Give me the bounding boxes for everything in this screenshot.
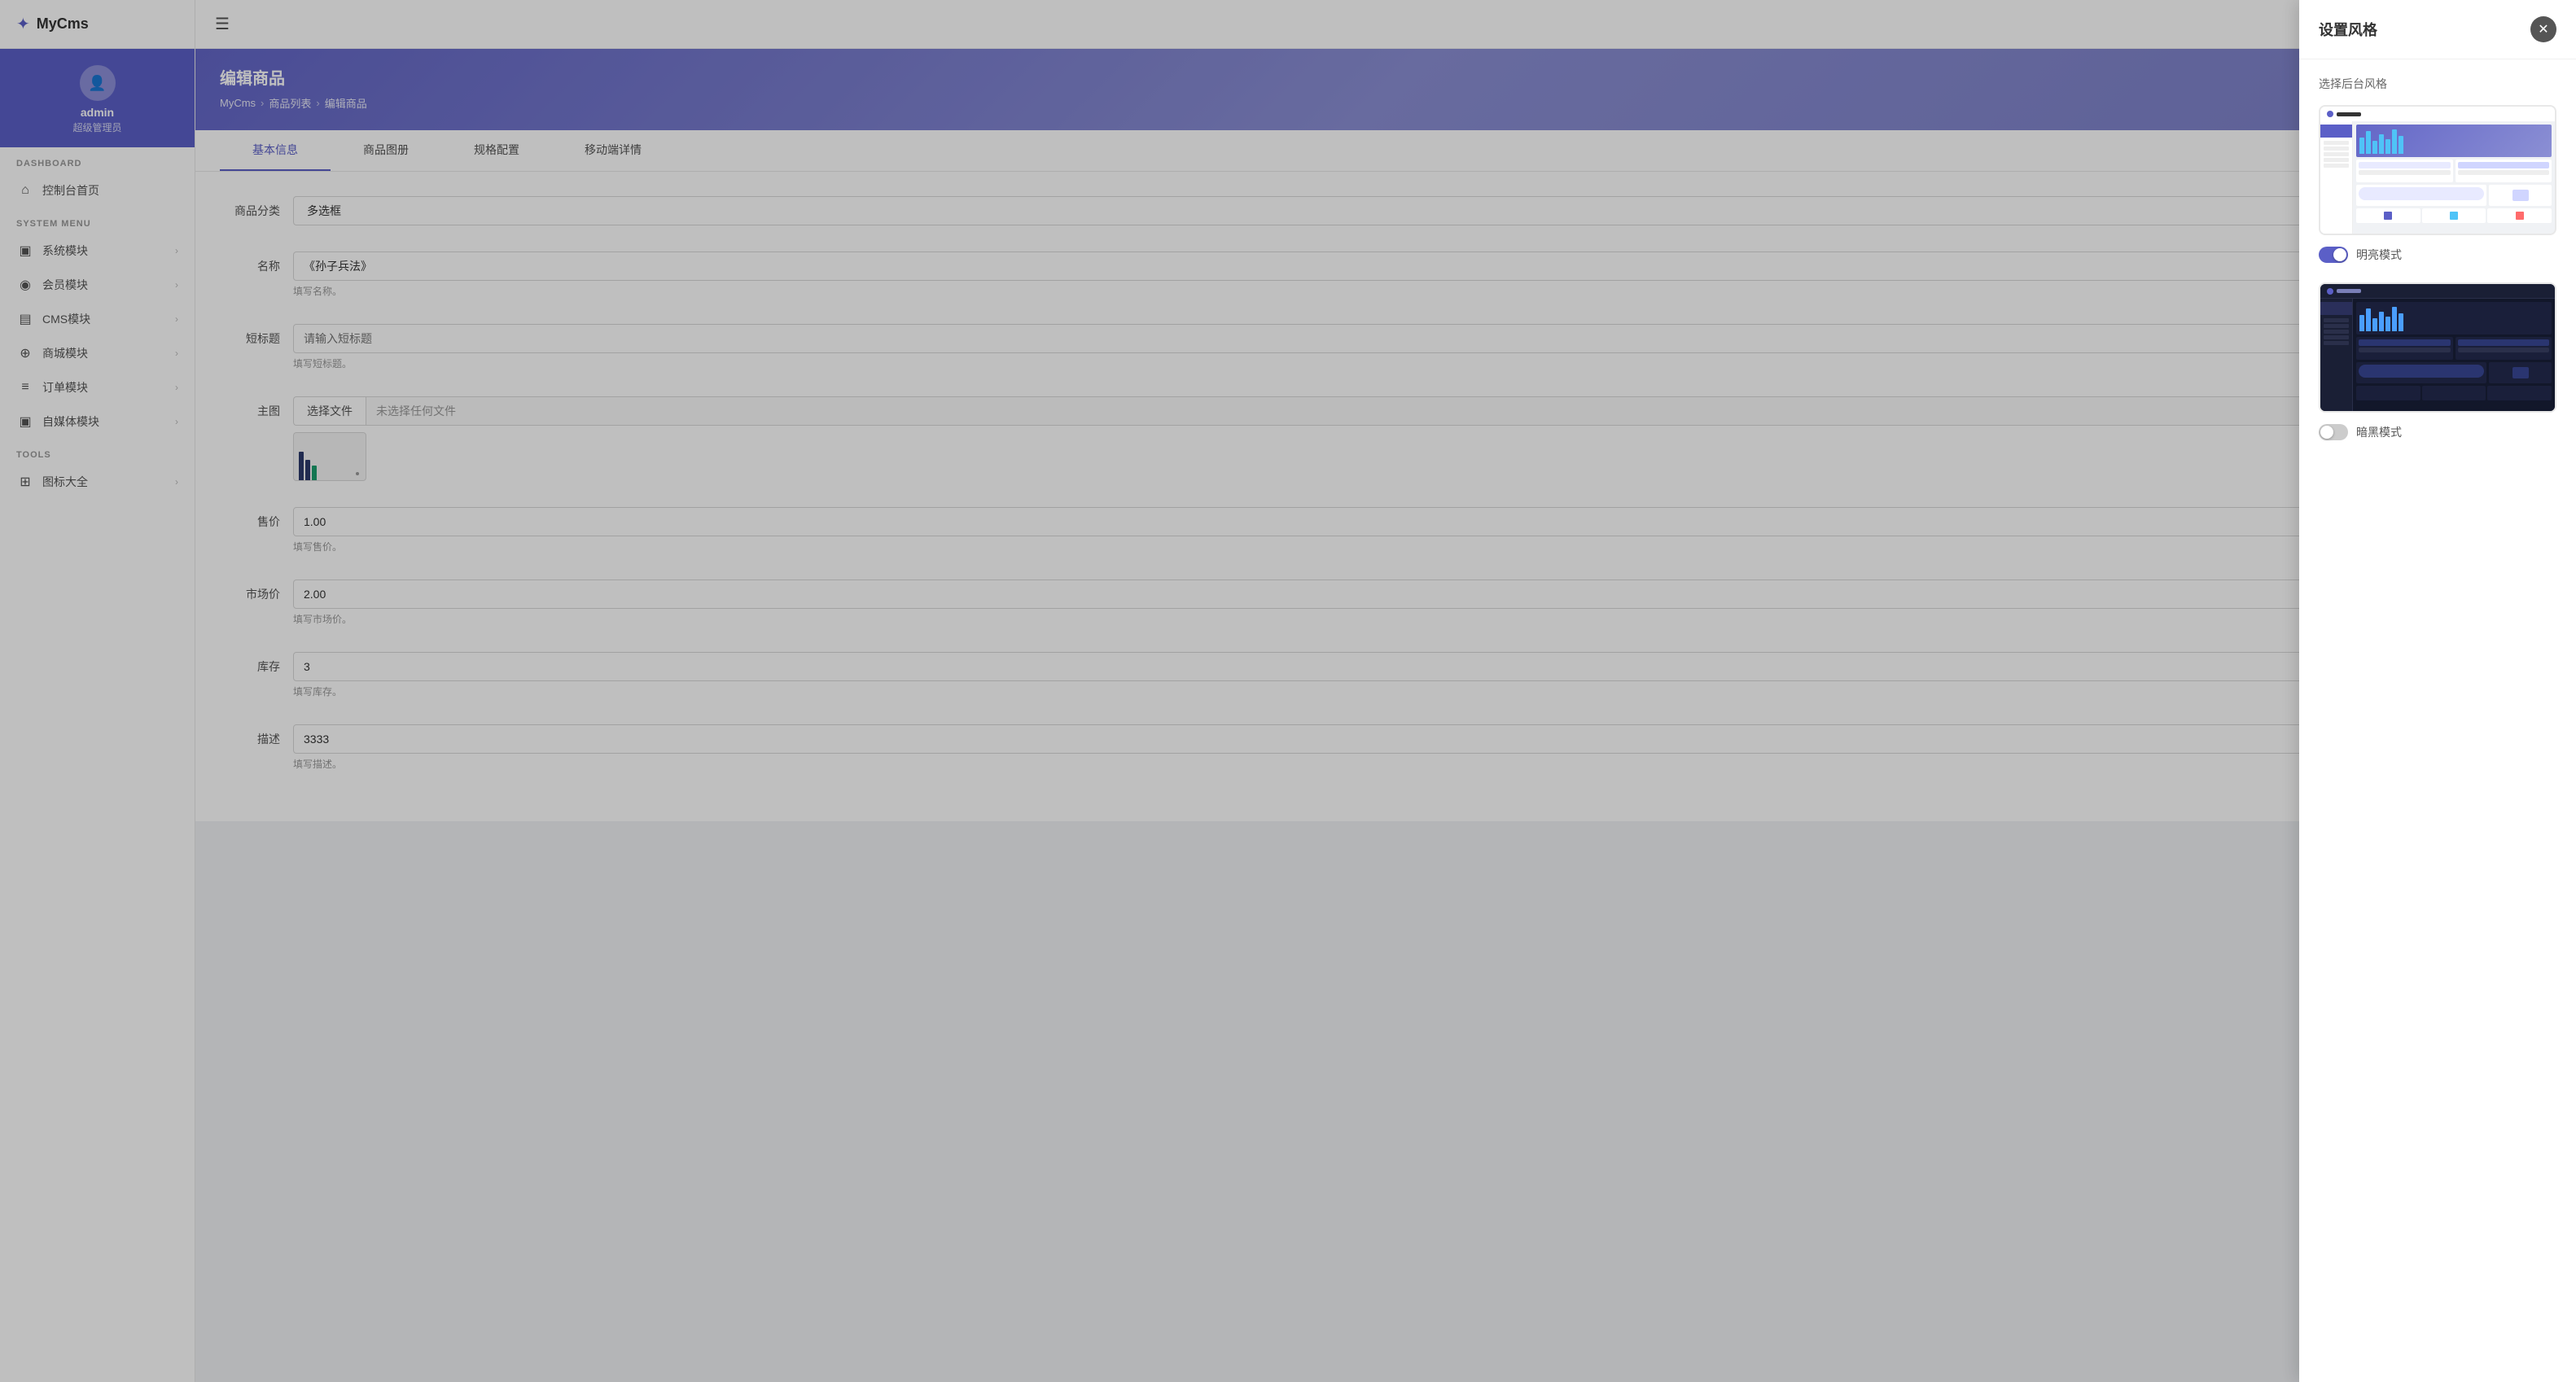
- lp-sidebar-item: [2324, 147, 2349, 151]
- dp-bar: [2385, 317, 2390, 331]
- dp-bar: [2372, 318, 2377, 331]
- lp-sidebar-user: [2320, 125, 2352, 138]
- dp-chart-area: [2356, 302, 2552, 335]
- settings-close-button[interactable]: ✕: [2530, 16, 2556, 42]
- dp-bar: [2399, 313, 2403, 331]
- theme-option-light: 明亮模式: [2319, 105, 2556, 266]
- dp-header: [2320, 284, 2555, 299]
- lp-bar: [2399, 136, 2403, 154]
- dp-sidebar-item: [2324, 341, 2349, 345]
- lp-sidebar-item: [2324, 141, 2349, 145]
- dark-theme-preview[interactable]: [2319, 282, 2556, 413]
- lp-bar: [2379, 134, 2384, 154]
- dark-mode-label: 暗黑模式: [2356, 424, 2402, 440]
- dp-logo-dot: [2327, 288, 2333, 295]
- lp-header: [2320, 107, 2555, 121]
- lp-logo-dot: [2327, 111, 2333, 117]
- lp-bar: [2385, 139, 2390, 154]
- lp-body: [2320, 121, 2555, 235]
- overlay[interactable]: [0, 0, 2576, 1382]
- dp-bar: [2392, 307, 2397, 331]
- toggle-knob: [2320, 426, 2333, 439]
- dp-main-content: [2353, 299, 2555, 413]
- settings-title: 设置风格: [2319, 19, 2377, 40]
- light-mode-label: 明亮模式: [2356, 247, 2402, 263]
- settings-section-title: 选择后台风格: [2319, 76, 2556, 92]
- dp-logo-text: [2337, 289, 2361, 293]
- lp-bar: [2359, 138, 2364, 154]
- dp-sidebar-user: [2320, 302, 2352, 315]
- dp-bar: [2379, 312, 2384, 331]
- settings-section: 选择后台风格: [2299, 59, 2576, 476]
- dp-sidebar-item: [2324, 330, 2349, 334]
- dp-sidebar-item: [2324, 324, 2349, 328]
- light-mode-toggle-row: 明亮模式: [2319, 243, 2556, 266]
- dark-mode-toggle-row: 暗黑模式: [2319, 421, 2556, 444]
- lp-main-content: [2353, 121, 2555, 235]
- toggle-knob: [2333, 248, 2346, 261]
- lp-bar: [2392, 129, 2397, 154]
- dp-bar: [2359, 315, 2364, 331]
- dark-mode-toggle[interactable]: [2319, 424, 2348, 440]
- lp-sidebar-item: [2324, 152, 2349, 156]
- theme-option-dark: 暗黑模式: [2319, 282, 2556, 444]
- dp-bar: [2366, 308, 2371, 331]
- close-icon: ✕: [2538, 21, 2548, 37]
- lp-chart-area: [2356, 125, 2552, 157]
- dp-sidebar: [2320, 299, 2353, 413]
- lp-logo-text: [2337, 112, 2361, 116]
- lp-bar: [2372, 141, 2377, 154]
- lp-sidebar-item: [2324, 158, 2349, 162]
- lp-sidebar: [2320, 121, 2353, 235]
- light-mode-toggle[interactable]: [2319, 247, 2348, 263]
- lp-bar: [2366, 131, 2371, 154]
- dp-sidebar-item: [2324, 335, 2349, 339]
- dp-body: [2320, 299, 2555, 413]
- lp-sidebar-item: [2324, 164, 2349, 168]
- settings-header: 设置风格 ✕: [2299, 0, 2576, 59]
- settings-panel: 设置风格 ✕ 选择后台风格: [2299, 0, 2576, 1382]
- light-theme-preview[interactable]: [2319, 105, 2556, 235]
- dp-sidebar-item: [2324, 318, 2349, 322]
